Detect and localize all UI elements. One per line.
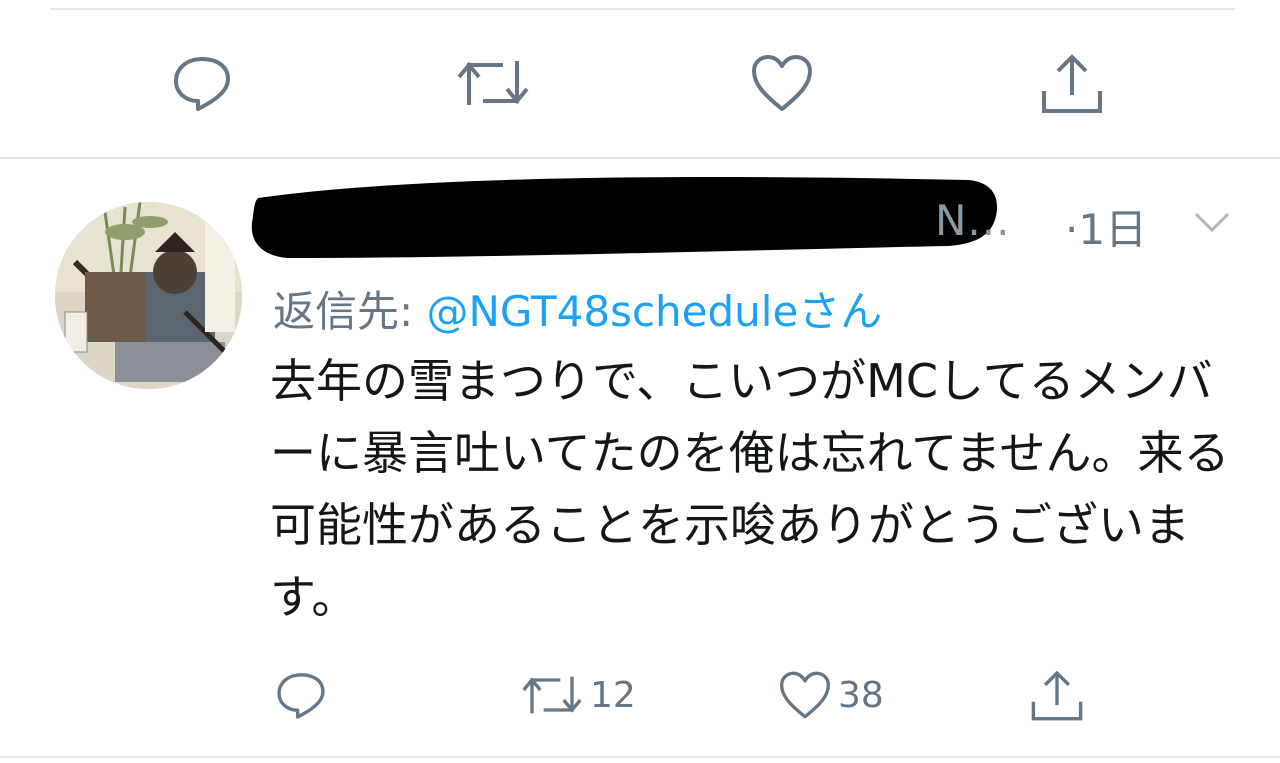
reply-icon xyxy=(274,668,328,722)
reply-button[interactable] xyxy=(274,660,328,730)
reply-handle-link[interactable]: @NGT48scheduleさん xyxy=(427,287,883,336)
retweet-button[interactable] xyxy=(455,48,531,118)
timestamp[interactable]: ·1日 xyxy=(1065,196,1147,257)
share-icon xyxy=(1030,668,1084,722)
chevron-down-icon xyxy=(1192,212,1232,238)
retweet-count: 12 xyxy=(590,674,636,716)
heart-icon xyxy=(778,670,832,720)
username[interactable]: N... xyxy=(935,196,1010,245)
heart-icon xyxy=(750,53,814,113)
more-options-button[interactable] xyxy=(1192,210,1232,238)
retweet-icon xyxy=(520,670,584,720)
reply-icon xyxy=(170,51,234,115)
redaction-mark xyxy=(251,177,998,258)
reply-context: 返信先: @NGT48scheduleさん xyxy=(273,278,882,339)
previous-tweet-actions xyxy=(0,48,1280,118)
share-button[interactable] xyxy=(1040,48,1104,118)
reply-label: 返信先: xyxy=(273,287,414,336)
divider xyxy=(0,157,1280,159)
share-icon xyxy=(1040,51,1104,115)
tweet-text: 去年の雪まつりで、こいつがMCしてるメンバーに暴言吐いてたのを俺は忘れてません。… xyxy=(270,354,1230,624)
retweet-button[interactable]: 12 xyxy=(520,660,636,730)
divider xyxy=(50,8,1235,10)
reply-button[interactable] xyxy=(170,48,234,118)
like-button[interactable]: 38 xyxy=(778,660,884,730)
share-button[interactable] xyxy=(1030,660,1084,730)
tweet-actions: 12 38 xyxy=(0,660,1280,732)
retweet-icon xyxy=(455,53,531,113)
avatar[interactable] xyxy=(55,202,242,389)
like-count: 38 xyxy=(838,674,884,716)
like-button[interactable] xyxy=(750,48,814,118)
divider xyxy=(0,756,1280,758)
twitter-timeline: N... ·1日 返信先: @NGT48scheduleさん 去年の雪まつりで、… xyxy=(0,0,1280,763)
